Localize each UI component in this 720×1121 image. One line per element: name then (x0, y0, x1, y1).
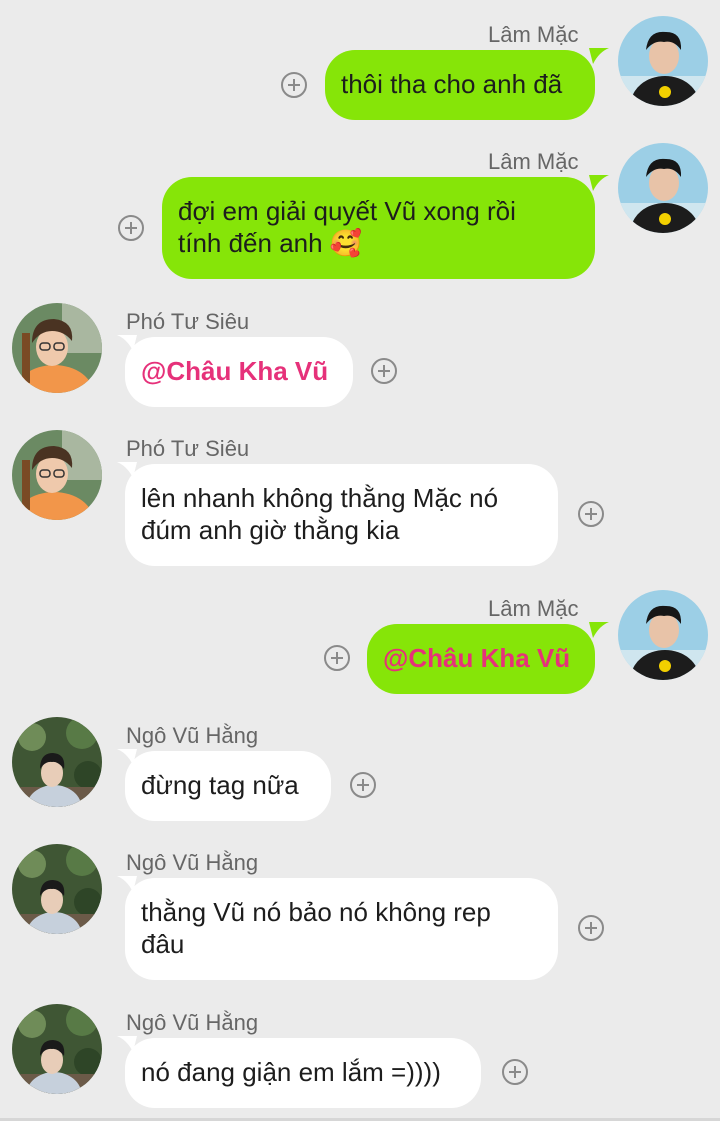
bubble-tail (589, 48, 609, 64)
avatar-lam-mac[interactable] (618, 16, 708, 106)
add-reaction-icon[interactable] (578, 501, 604, 527)
message-text-line: thằng Vũ nó bảo nó không rep (141, 897, 491, 927)
message-text-line: đâu (141, 929, 185, 959)
avatar-pho-tu-sieu[interactable] (12, 303, 102, 393)
message-bubble[interactable]: lên nhanh không thằng Mặc nó đúm anh giờ… (125, 464, 558, 566)
add-reaction-icon[interactable] (281, 72, 307, 98)
sender-name: Ngô Vũ Hằng (126, 1010, 259, 1035)
bubble-tail (589, 175, 609, 191)
add-reaction-icon[interactable] (118, 215, 144, 241)
message-text: tính đến anh (178, 228, 323, 258)
sender-name: Ngô Vũ Hằng (126, 850, 259, 875)
add-reaction-icon[interactable] (578, 915, 604, 941)
message-bubble[interactable]: @Châu Kha Vũ (367, 624, 595, 694)
avatar-ngo-vu-hang[interactable] (12, 1004, 102, 1094)
mention-chau-kha-vu[interactable]: @Châu Kha Vũ (383, 643, 570, 673)
avatar-ngo-vu-hang[interactable] (12, 717, 102, 807)
avatar-ngo-vu-hang[interactable] (12, 844, 102, 934)
message-text-line: đợi em giải quyết Vũ xong rồi (178, 196, 516, 226)
add-reaction-icon[interactable] (371, 358, 397, 384)
smiling-face-with-hearts-emoji: 🥰 (329, 228, 363, 258)
sender-name: Lâm Mặc (488, 22, 579, 47)
message-text: thôi tha cho anh đã (341, 69, 563, 99)
bubble-tail (589, 622, 609, 638)
avatar-pho-tu-sieu[interactable] (12, 430, 102, 520)
message-bubble[interactable]: nó đang giận em lắm =)))) (125, 1038, 481, 1108)
add-reaction-icon[interactable] (502, 1059, 528, 1085)
message-bubble[interactable]: đợi em giải quyết Vũ xong rồi tính đến a… (162, 177, 595, 279)
sender-name: Phó Tư Siêu (126, 309, 250, 334)
add-reaction-icon[interactable] (350, 772, 376, 798)
avatar-lam-mac[interactable] (618, 590, 708, 680)
sender-name: Lâm Mặc (488, 596, 579, 621)
message-text-line: tính đến anh 🥰 (178, 227, 577, 259)
sender-name: Ngô Vũ Hằng (126, 723, 259, 748)
message-text: đừng tag nữa (141, 770, 299, 800)
sender-name: Lâm Mặc (488, 149, 579, 174)
message-text-line: đúm anh giờ thằng kia (141, 515, 400, 545)
avatar-lam-mac[interactable] (618, 143, 708, 233)
mention-chau-kha-vu[interactable]: @Châu Kha Vũ (141, 356, 328, 386)
message-bubble[interactable]: thôi tha cho anh đã (325, 50, 595, 120)
message-text-line: lên nhanh không thằng Mặc nó (141, 483, 499, 513)
message-bubble[interactable]: đừng tag nữa (125, 751, 331, 821)
add-reaction-icon[interactable] (324, 645, 350, 671)
chat-thread: Lâm Mặc thôi tha cho anh đã Lâm Mặc đợi … (0, 0, 720, 1121)
sender-name: Phó Tư Siêu (126, 436, 250, 461)
message-bubble[interactable]: thằng Vũ nó bảo nó không rep đâu (125, 878, 558, 980)
message-bubble[interactable]: @Châu Kha Vũ (125, 337, 353, 407)
message-text: nó đang giận em lắm =)))) (141, 1057, 441, 1087)
